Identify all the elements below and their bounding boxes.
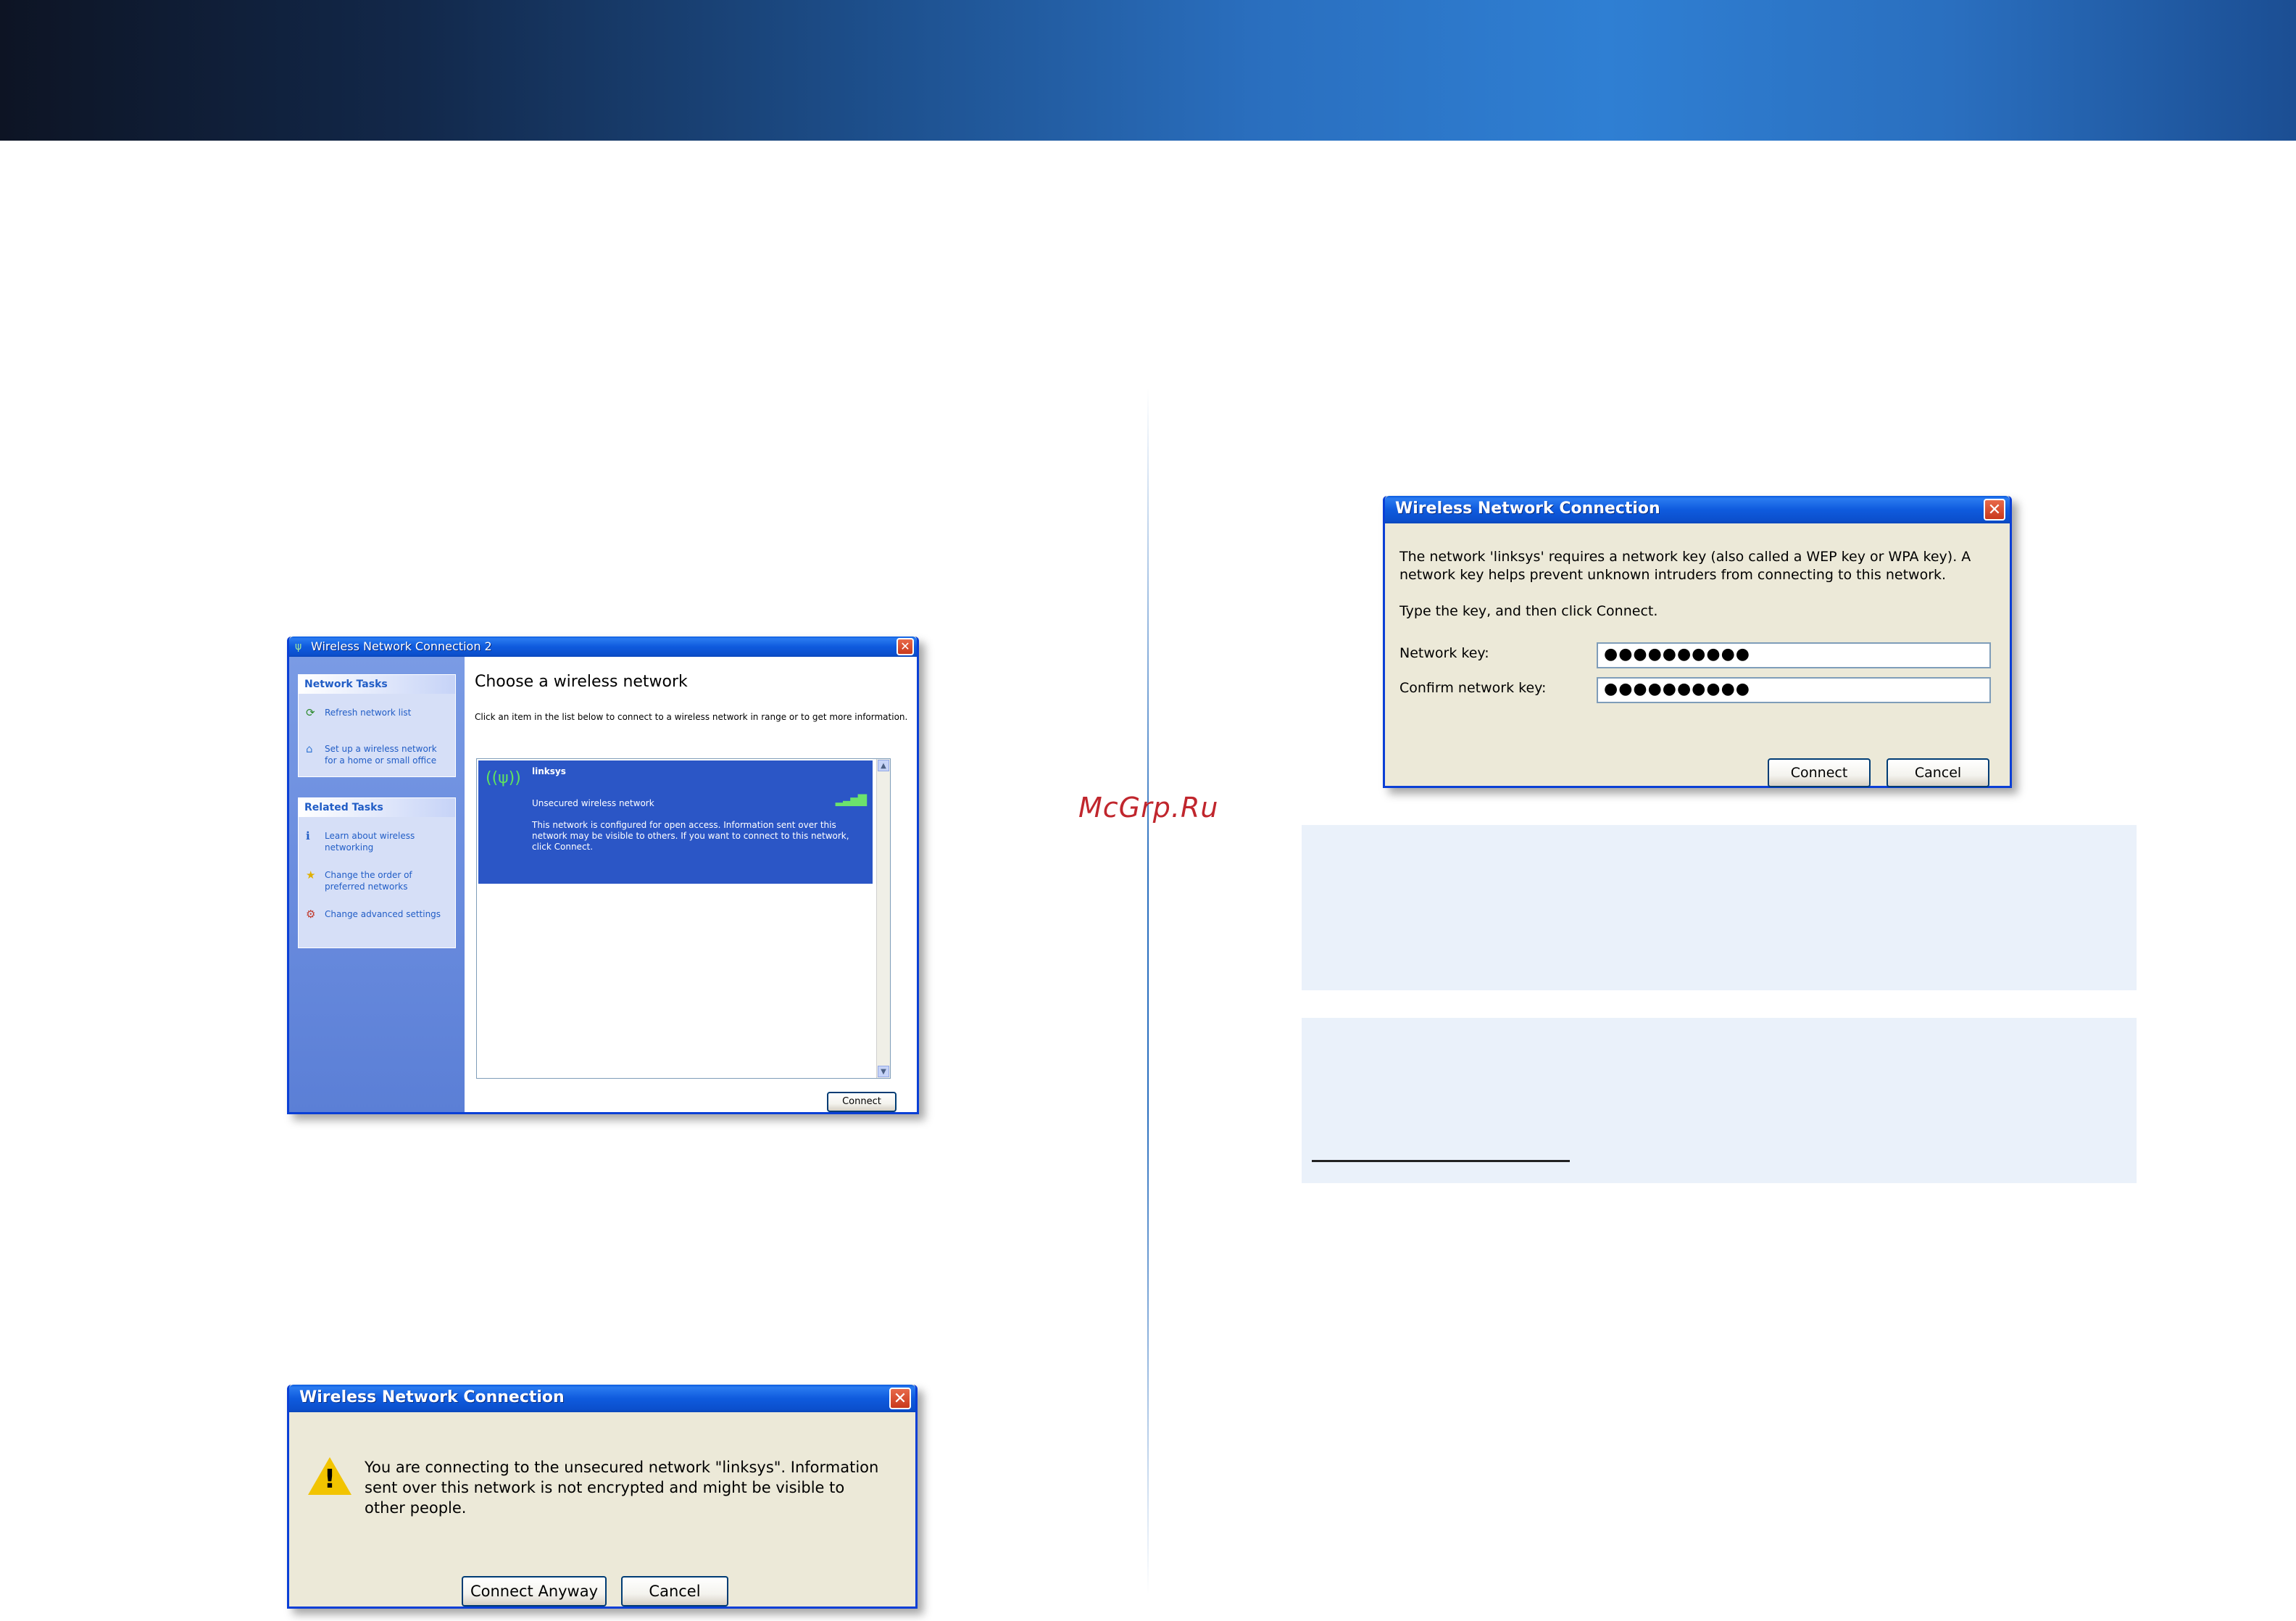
instruction-text: Click an item in the list below to conne…: [475, 712, 908, 722]
window-title: Wireless Network Connection 2: [311, 639, 492, 653]
setup-network-icon: ⌂: [306, 742, 313, 755]
task-label: Change advanced settings: [325, 909, 441, 919]
network-name: linksys: [532, 766, 566, 776]
scroll-down-icon[interactable]: ▼: [878, 1066, 889, 1077]
connect-button[interactable]: Connect: [1768, 758, 1871, 787]
network-list[interactable]: ((ψ)) linksys Unsecured wireless network…: [476, 758, 891, 1079]
window-title: Wireless Network Connection: [299, 1388, 565, 1406]
settings-icon: ⚙: [306, 908, 316, 921]
task-sidebar: Network Tasks ⟳ Refresh network list ⌂ S…: [289, 657, 465, 1112]
title-bar[interactable]: ψ Wireless Network Connection 2 ✕: [289, 637, 917, 657]
note-box: [1302, 825, 2137, 990]
window-title: Wireless Network Connection: [1395, 499, 1660, 518]
close-icon: ✕: [1987, 501, 2002, 519]
network-tasks-panel: Network Tasks ⟳ Refresh network list ⌂ S…: [298, 674, 456, 777]
antenna-icon: ((ψ)): [486, 769, 521, 787]
unsecured-network-dialog: Wireless Network Connection ✕ ! You are …: [287, 1385, 918, 1609]
network-key-dialog: Wireless Network Connection ✕ The networ…: [1383, 496, 2012, 788]
task-label: Set up a wireless network for a home or …: [325, 744, 437, 766]
scroll-up-icon[interactable]: ▲: [878, 760, 889, 771]
related-tasks-panel: Related Tasks ℹ Learn about wireless net…: [298, 797, 456, 948]
task-label: Change the order of preferred networks: [325, 870, 412, 892]
link-underline: [1312, 1160, 1570, 1162]
header-banner: [0, 0, 2296, 141]
star-icon: ★: [306, 868, 316, 882]
wireless-icon: ψ: [295, 641, 302, 652]
network-info: This network is configured for open acce…: [532, 820, 849, 852]
page-title: Choose a wireless network: [475, 673, 688, 691]
dialog-body: ! You are connecting to the unsecured ne…: [289, 1412, 915, 1607]
close-button[interactable]: ✕: [889, 1388, 911, 1409]
note-box: [1302, 1018, 2137, 1183]
network-key-label: Network key:: [1399, 645, 1489, 661]
column-divider: [1147, 388, 1149, 1595]
connect-anyway-button[interactable]: Connect Anyway: [462, 1576, 607, 1607]
panel-header: Related Tasks: [299, 798, 455, 817]
close-button[interactable]: ✕: [897, 638, 914, 655]
warning-mark: !: [323, 1464, 336, 1494]
task-label: Learn about wireless networking: [325, 831, 415, 853]
warning-message: You are connecting to the unsecured netw…: [365, 1459, 879, 1517]
confirm-key-field[interactable]: ●●●●●●●●●●: [1597, 677, 1991, 703]
cancel-button[interactable]: Cancel: [621, 1576, 728, 1607]
network-status: Unsecured wireless network: [532, 798, 654, 808]
key-required-message: The network 'linksys' requires a network…: [1399, 549, 1971, 583]
connect-button[interactable]: Connect: [827, 1092, 897, 1112]
scrollbar[interactable]: ▲ ▼: [876, 759, 890, 1078]
network-key-field[interactable]: ●●●●●●●●●●: [1597, 642, 1991, 668]
network-list-area: Choose a wireless network Click an item …: [465, 657, 917, 1112]
help-icon: ℹ: [306, 829, 310, 842]
close-icon: ✕: [893, 1390, 907, 1408]
confirm-key-label: Confirm network key:: [1399, 680, 1547, 696]
cancel-button[interactable]: Cancel: [1887, 758, 1989, 787]
instruction-text: Type the key, and then click Connect.: [1399, 603, 1658, 619]
list-item[interactable]: ((ψ)) linksys Unsecured wireless network…: [478, 760, 873, 884]
refresh-icon: ⟳: [306, 706, 315, 719]
title-bar[interactable]: Wireless Network Connection ✕: [289, 1385, 915, 1412]
panel-header: Network Tasks: [299, 675, 455, 694]
close-icon: ✕: [900, 639, 910, 653]
dialog-body: The network 'linksys' requires a network…: [1385, 523, 2010, 787]
task-label: Refresh network list: [325, 708, 412, 718]
title-bar[interactable]: Wireless Network Connection ✕: [1385, 496, 2010, 523]
close-button[interactable]: ✕: [1984, 499, 2005, 521]
watermark: McGrp.Ru: [1078, 792, 1219, 824]
signal-strength-icon: ▂▃▅▇: [835, 792, 867, 806]
choose-network-window: ψ Wireless Network Connection 2 ✕ Networ…: [287, 637, 919, 1114]
